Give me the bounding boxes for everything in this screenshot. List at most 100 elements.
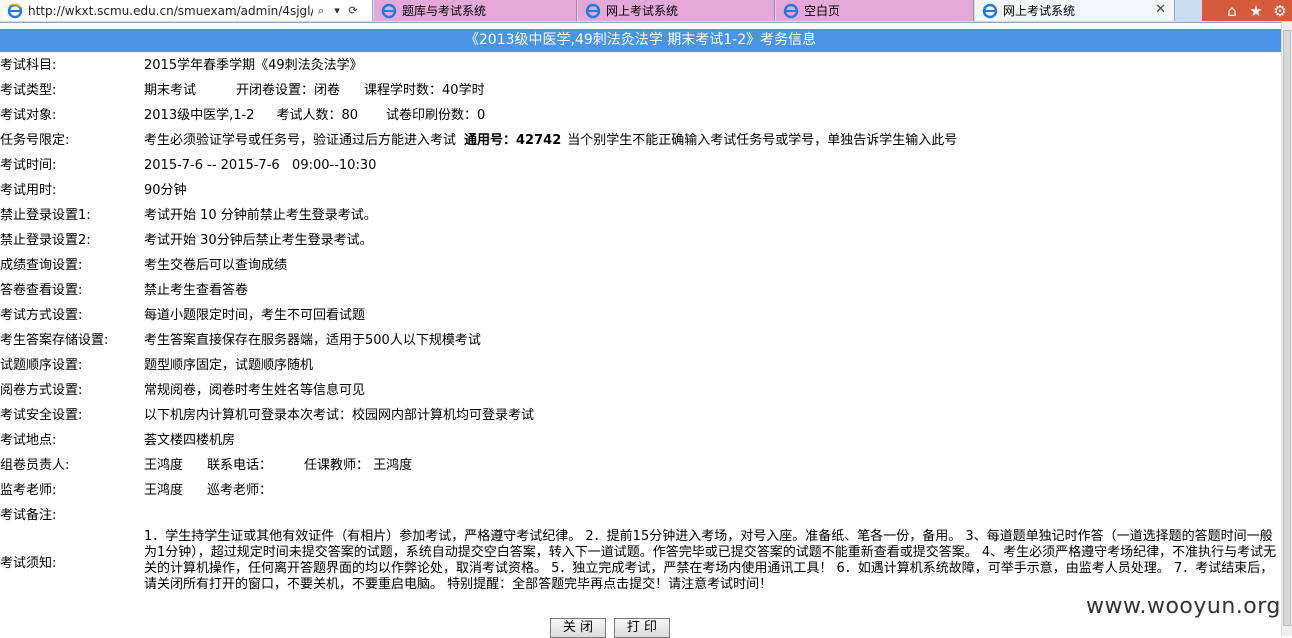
value-part: 考试人数：80: [276, 108, 358, 123]
info-row-label: 答卷查看设置:: [0, 281, 140, 301]
info-row-value: 考生交卷后可以查询成绩: [144, 256, 287, 276]
info-row-label: 考试须知:: [0, 554, 140, 574]
info-row-value: 每道小题限定时间，考生不可回看试题: [144, 306, 365, 326]
info-row-value: 王鸿度 联系电话： 任课教师： 王鸿度: [144, 456, 412, 476]
info-row-label: 考试备注:: [0, 506, 140, 526]
label-text: 试题顺序设置:: [0, 358, 83, 373]
value-text: 以下机房内计算机可登录本次考试：校园网内部计算机均可登录考试: [144, 408, 535, 423]
label-text: 考试时间:: [0, 158, 57, 173]
info-row-label: 任务号限定:: [0, 131, 140, 151]
address-bar[interactable]: http://wkxt.scmu.edu.cn/smuexam/admin/4s…: [0, 0, 373, 21]
label-text: 禁止登录设置2:: [0, 233, 91, 248]
value-text: 2015-7-6 -- 2015-7-6 09:00--10:30: [144, 158, 377, 173]
info-row-label: 禁止登录设置1:: [0, 206, 140, 226]
exam-notice-text: 1．学生持学生证或其他有效证件（有相片）参加考试，严格遵守考试纪律。 2．提前1…: [144, 529, 1277, 592]
label-text: 考试方式设置:: [0, 308, 83, 323]
info-row-value: 禁止考生查看答卷: [144, 281, 248, 301]
value-part: 任课教师： 王鸿度: [304, 458, 413, 473]
gear-icon[interactable]: ⚙: [1268, 2, 1292, 20]
info-row-label: 考试对象:: [0, 106, 140, 126]
info-row-value: 考生答案直接保存在服务器端，适用于500人以下规模考试: [144, 331, 481, 351]
info-row-value: 考试开始 30分钟后禁止考生登录考试。: [144, 231, 373, 251]
value-part: 王鸿度: [144, 458, 184, 473]
info-row-value: 2013级中医学,1-2 考试人数：80 试卷印刷份数：0: [144, 106, 485, 126]
value-text: 考生交卷后可以查询成绩: [144, 258, 288, 273]
search-icon[interactable]: ⌕: [313, 3, 329, 19]
value-text: 禁止考生查看答卷: [144, 283, 249, 298]
ie-logo-icon: [380, 2, 398, 20]
info-row-label: 考试类型:: [0, 81, 140, 101]
tab-label: 网上考试系统: [606, 4, 679, 18]
dropdown-arrow-icon[interactable]: ▾: [329, 3, 345, 19]
info-row-value: 考试开始 10 分钟前禁止考生登录考试。: [144, 206, 377, 226]
info-row-label: 监考老师:: [0, 481, 140, 501]
info-row-value: 题型顺序固定，试题顺序随机: [144, 356, 313, 376]
tab-online-exam-1[interactable]: 网上考试系统: [578, 0, 775, 21]
info-row-label: 禁止登录设置2:: [0, 231, 140, 251]
value-part: 巡考老师：: [207, 483, 273, 498]
value-text: 考生答案直接保存在服务器端，适用于500人以下规模考试: [144, 333, 481, 348]
info-row-label: 组卷员责人:: [0, 456, 140, 476]
value-part: 王鸿度: [144, 483, 184, 498]
universal-code: 通用号：42742: [464, 133, 562, 148]
label-text: 阅卷方式设置:: [0, 383, 83, 398]
scrollbar-thumb[interactable]: [1283, 30, 1291, 626]
close-button[interactable]: 关 闭: [550, 618, 606, 638]
print-button[interactable]: 打 印: [614, 618, 670, 638]
value-part: 课程学时数：40学时: [364, 83, 485, 98]
close-tab-icon[interactable]: ✕: [1155, 2, 1166, 17]
home-icon[interactable]: ⌂: [1220, 2, 1244, 20]
label-text: 答卷查看设置:: [0, 283, 83, 298]
value-part: 2013级中医学,1-2: [144, 108, 255, 123]
label-text: 组卷员责人:: [0, 458, 70, 473]
info-row-label: 考生答案存储设置:: [0, 331, 140, 351]
address-url[interactable]: http://wkxt.scmu.edu.cn/smuexam/admin/4s…: [28, 4, 313, 18]
label-text: 考生答案存储设置:: [0, 333, 109, 348]
tab-online-exam-active[interactable]: 网上考试系统 ✕: [975, 0, 1175, 21]
value-text: 常规阅卷，阅卷时考生姓名等信息可见: [144, 383, 366, 398]
tab-blank-page[interactable]: 空白页: [776, 0, 974, 21]
info-row-value: 以下机房内计算机可登录本次考试：校园网内部计算机均可登录考试: [144, 406, 534, 426]
refresh-icon[interactable]: ⟳: [345, 3, 361, 19]
label-text: 考试科目:: [0, 58, 57, 73]
value-text: 荟文楼四楼机房: [144, 433, 236, 448]
ie-logo-icon: [6, 2, 24, 20]
info-row-label: 考试时间:: [0, 156, 140, 176]
favorites-star-icon[interactable]: ★: [1244, 2, 1268, 20]
value-part: 联系电话：: [207, 458, 273, 473]
tab-label: 网上考试系统: [1003, 4, 1076, 18]
info-row-value: 荟文楼四楼机房: [144, 431, 235, 451]
label-text: 任务号限定:: [0, 133, 70, 148]
info-row-value: 王鸿度 巡考老师：: [144, 481, 272, 501]
value-part: 试卷印刷份数：0: [386, 108, 486, 123]
info-row-label: 考试用时:: [0, 181, 140, 201]
info-row-label: 阅卷方式设置:: [0, 381, 140, 401]
label-text: 考试安全设置:: [0, 408, 83, 423]
info-row-label: 成绩查询设置:: [0, 256, 140, 276]
value-text: 考试开始 10 分钟前禁止考生登录考试。: [144, 208, 377, 223]
info-row-label: 考试安全设置:: [0, 406, 140, 426]
info-row-value: 2015-7-6 -- 2015-7-6 09:00--10:30: [144, 156, 376, 176]
browser-chrome: http://wkxt.scmu.edu.cn/smuexam/admin/4s…: [0, 0, 1292, 23]
value-part: 当个别学生不能正确输入考试任务号或学号，单独告诉学生输入此号: [567, 133, 958, 148]
watermark: www.wooyun.org: [1086, 594, 1281, 619]
label-text: 考试地点:: [0, 433, 57, 448]
label-text: 考试须知:: [0, 556, 57, 571]
label-text: 考试对象:: [0, 108, 57, 123]
ie-logo-icon: [782, 2, 800, 20]
value-part: 开闭卷设置：闭卷: [236, 83, 341, 98]
label-text: 考试备注:: [0, 508, 57, 523]
info-row-value: 考生必须验证学号或任务号，验证通过后方能进入考试 通用号：42742 当个别学生不能…: [144, 131, 957, 151]
value-part: 考生必须验证学号或任务号，验证通过后方能进入考试: [144, 133, 457, 148]
label-text: 禁止登录设置1:: [0, 208, 91, 223]
value-text: 题型顺序固定，试题顺序随机: [144, 358, 314, 373]
info-row-value: 2015学年春季学期《49刺法灸法学》: [144, 56, 363, 76]
info-row-value: 常规阅卷，阅卷时考生姓名等信息可见: [144, 381, 365, 401]
info-row-label: 试题顺序设置:: [0, 356, 140, 376]
info-row-label: 考试地点:: [0, 431, 140, 451]
tab-label: 空白页: [804, 4, 841, 18]
page-title: 《2013级中医学,49刺法灸法学 期末考试1-2》考务信息: [0, 29, 1281, 52]
label-text: 成绩查询设置:: [0, 258, 83, 273]
tab-question-bank[interactable]: 题库与考试系统: [374, 0, 577, 21]
value-text: 每道小题限定时间，考生不可回看试题: [144, 308, 366, 323]
